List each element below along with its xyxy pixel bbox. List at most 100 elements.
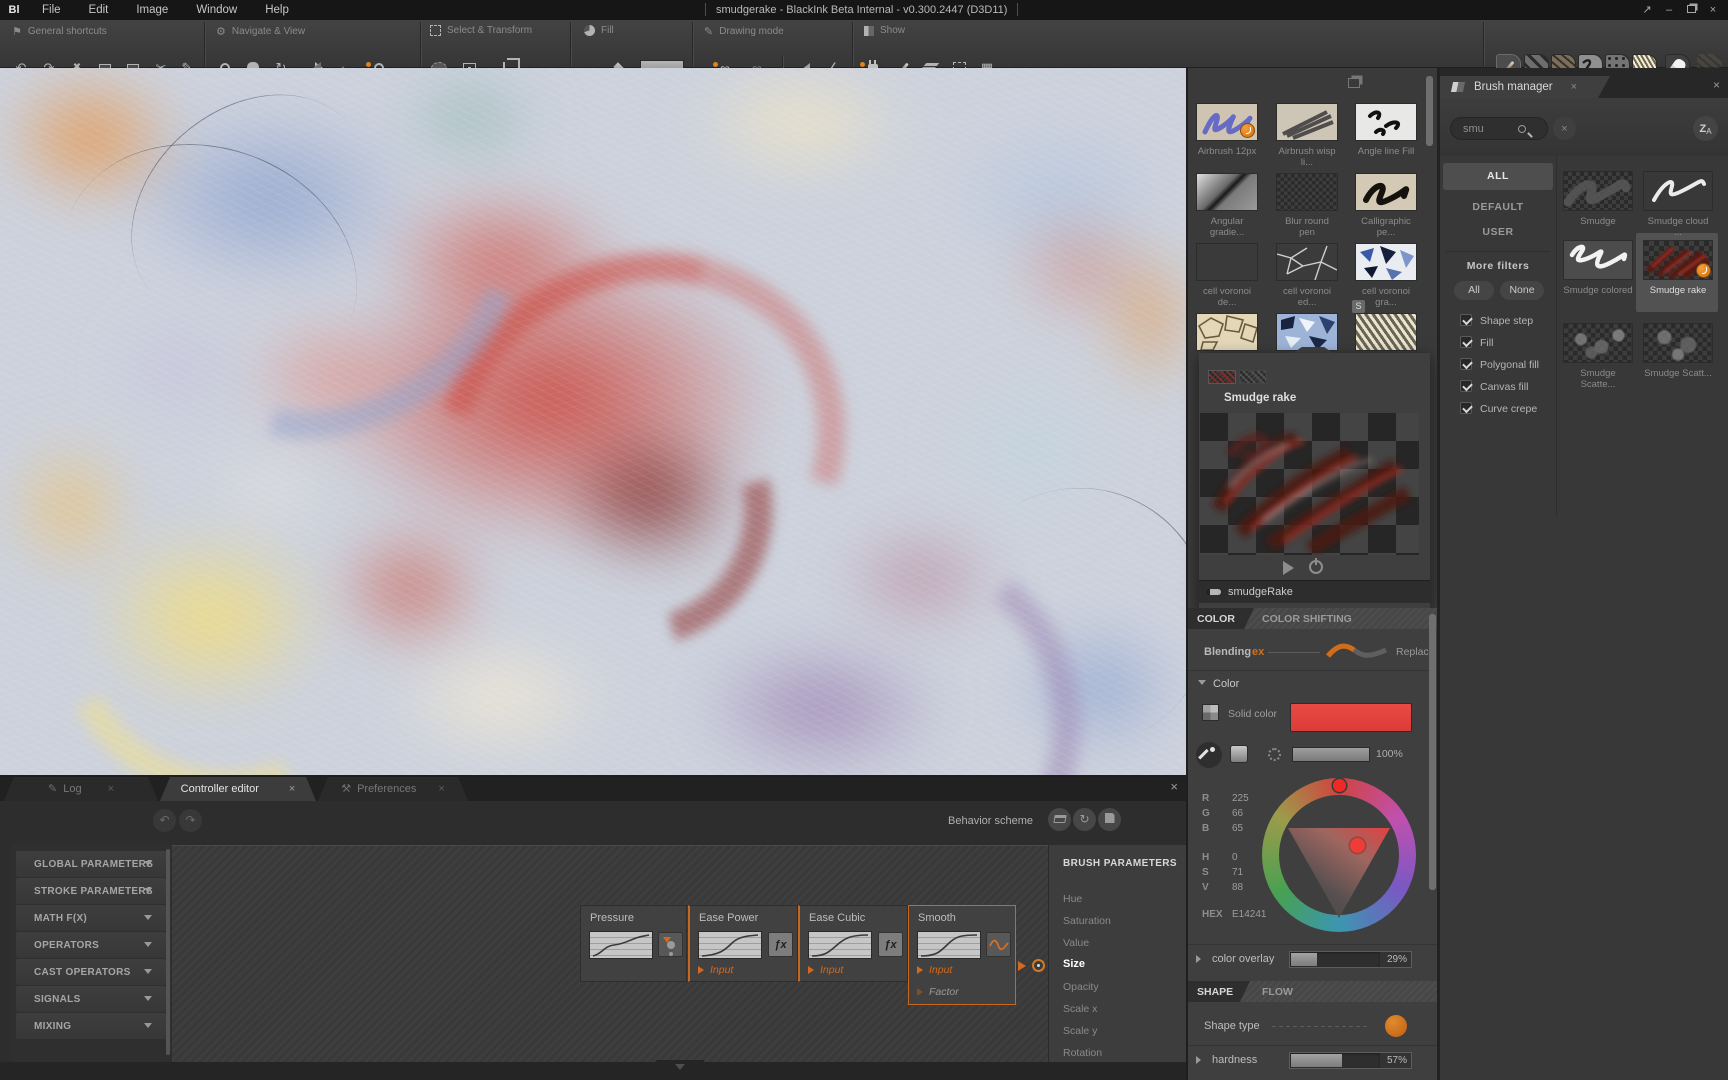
opacity-slider[interactable] bbox=[1292, 747, 1370, 762]
tab-close-icon[interactable]: × bbox=[108, 783, 114, 795]
brush-thumb[interactable] bbox=[1276, 243, 1338, 281]
panel-divider[interactable] bbox=[0, 775, 1188, 777]
param-rotation[interactable]: Rotation bbox=[1063, 1047, 1102, 1059]
brush-result-thumb[interactable] bbox=[1643, 323, 1713, 363]
play-icon[interactable] bbox=[1283, 561, 1301, 575]
checkbox-label[interactable]: Fill bbox=[1480, 337, 1493, 349]
curve-thumbnail[interactable] bbox=[698, 931, 762, 959]
hardness-header[interactable]: hardness bbox=[1196, 1054, 1257, 1066]
color-overlay-header[interactable]: color overlay bbox=[1196, 953, 1274, 965]
param-opacity[interactable]: Opacity bbox=[1063, 981, 1099, 993]
node-ease-power[interactable]: Ease Power ƒx Input bbox=[688, 905, 798, 982]
category-cast-operators[interactable]: CAST OPERATORS bbox=[16, 959, 166, 985]
brush-thumb[interactable] bbox=[1355, 103, 1417, 141]
eyedropper-button[interactable] bbox=[1196, 742, 1222, 768]
tab-close-icon[interactable]: × bbox=[1571, 81, 1577, 93]
sort-icon[interactable]: ZA bbox=[1693, 116, 1718, 141]
category-math-fx[interactable]: MATH F(X) bbox=[16, 905, 166, 931]
variant-thumb-active[interactable] bbox=[1208, 370, 1236, 384]
editor-redo-icon[interactable]: ↷ bbox=[179, 809, 202, 832]
node-ease-cubic[interactable]: Ease Cubic ƒx Input bbox=[798, 905, 908, 982]
blending-mode-value[interactable]: ex bbox=[1252, 646, 1264, 658]
curve-thumbnail[interactable] bbox=[917, 931, 981, 959]
color-section-header[interactable]: Color bbox=[1198, 678, 1239, 690]
param-value[interactable]: Value bbox=[1063, 937, 1089, 949]
curve-thumbnail[interactable] bbox=[808, 931, 872, 959]
tab-flow[interactable]: FLOW bbox=[1262, 981, 1293, 1002]
r-value[interactable]: 225 bbox=[1232, 793, 1249, 804]
g-value[interactable]: 66 bbox=[1232, 808, 1243, 819]
checkbox-curve-crepe[interactable] bbox=[1460, 402, 1472, 414]
shape-type-swatch[interactable] bbox=[1385, 1015, 1407, 1037]
panel-close-icon[interactable]: × bbox=[1713, 78, 1720, 92]
brush-result-thumb-selected[interactable] bbox=[1643, 240, 1713, 280]
painting-canvas[interactable] bbox=[0, 68, 1188, 777]
search-clear-icon[interactable]: × bbox=[1553, 117, 1576, 140]
blending-stroke-swatch[interactable] bbox=[1324, 638, 1390, 664]
library-scrollbar[interactable] bbox=[1426, 76, 1433, 146]
tab-preferences[interactable]: ⚒Preferences× bbox=[318, 777, 468, 801]
param-hue[interactable]: Hue bbox=[1063, 893, 1082, 905]
filter-user-tab[interactable]: USER bbox=[1443, 226, 1553, 238]
hue-marker[interactable] bbox=[1333, 779, 1346, 792]
menu-image[interactable]: Image bbox=[122, 0, 182, 20]
scheme-open-icon[interactable] bbox=[1048, 808, 1071, 831]
brush-result-thumb[interactable] bbox=[1563, 323, 1633, 363]
tab-color-shifting[interactable]: COLOR SHIFTING bbox=[1262, 608, 1352, 629]
editor-undo-icon[interactable]: ↶ bbox=[153, 809, 176, 832]
variant-thumb[interactable] bbox=[1239, 370, 1267, 384]
tab-controller-editor[interactable]: Controller editor× bbox=[160, 777, 316, 801]
port-input[interactable]: Input bbox=[710, 964, 733, 976]
screen-pick-icon[interactable] bbox=[1268, 748, 1281, 761]
category-global-parameters[interactable]: GLOBAL PARAMETERS bbox=[16, 851, 166, 877]
port-factor[interactable]: Factor bbox=[929, 986, 959, 998]
scheme-save-icon[interactable] bbox=[1098, 808, 1121, 831]
menu-help[interactable]: Help bbox=[251, 0, 303, 20]
checkbox-polygonal-fill[interactable] bbox=[1460, 358, 1472, 370]
brush-thumb[interactable] bbox=[1196, 243, 1258, 281]
category-scrollbar[interactable] bbox=[166, 849, 170, 1055]
param-size-selected[interactable]: Size bbox=[1063, 958, 1085, 970]
filter-select-none-button[interactable]: None bbox=[1500, 281, 1544, 300]
filter-default-tab[interactable]: DEFAULT bbox=[1443, 201, 1553, 213]
brush-result-thumb[interactable] bbox=[1643, 171, 1713, 211]
panel-divider[interactable] bbox=[1186, 68, 1188, 1080]
port-input[interactable]: Input bbox=[929, 964, 952, 976]
connection-target-icon[interactable] bbox=[1032, 959, 1045, 972]
dock-window-icon[interactable]: ↗ bbox=[1636, 0, 1658, 20]
port-input[interactable]: Input bbox=[820, 964, 843, 976]
checkbox-shape-step[interactable] bbox=[1460, 314, 1472, 326]
checkbox-label[interactable]: Shape step bbox=[1480, 315, 1533, 327]
close-icon[interactable]: × bbox=[1702, 0, 1724, 20]
tab-log[interactable]: ✎Log× bbox=[4, 777, 158, 801]
stack-icon[interactable] bbox=[1348, 78, 1360, 88]
node-smooth-selected[interactable]: Smooth Input Factor bbox=[908, 905, 1016, 1005]
tab-shape[interactable]: SHAPE bbox=[1188, 981, 1250, 1002]
brush-result-thumb[interactable] bbox=[1563, 240, 1633, 280]
brush-thumb[interactable] bbox=[1276, 103, 1338, 141]
brush-thumb[interactable] bbox=[1196, 173, 1258, 211]
hardness-slider[interactable]: 57% bbox=[1289, 1052, 1412, 1069]
category-signals[interactable]: SIGNALS bbox=[16, 986, 166, 1012]
node-pressure[interactable]: Pressure bbox=[580, 905, 687, 982]
brush-thumb[interactable] bbox=[1196, 313, 1258, 351]
checkbox-label[interactable]: Polygonal fill bbox=[1480, 359, 1539, 371]
gradient-mode-button[interactable] bbox=[1230, 745, 1248, 763]
color-wheel[interactable] bbox=[1262, 778, 1416, 932]
brush-thumb[interactable]: S bbox=[1355, 313, 1417, 351]
tab-brush-manager[interactable]: Brush manager × bbox=[1440, 76, 1610, 98]
brush-thumb[interactable] bbox=[1276, 173, 1338, 211]
checkbox-canvas-fill[interactable] bbox=[1460, 380, 1472, 392]
s-value[interactable]: 71 bbox=[1232, 867, 1243, 878]
category-mixing[interactable]: MIXING bbox=[16, 1013, 166, 1039]
bottom-panel-close-icon[interactable]: × bbox=[1170, 779, 1178, 794]
b-value[interactable]: 65 bbox=[1232, 823, 1243, 834]
brush-thumb[interactable] bbox=[1355, 243, 1417, 281]
menu-edit[interactable]: Edit bbox=[75, 0, 123, 20]
brush-thumb[interactable] bbox=[1355, 173, 1417, 211]
tab-color[interactable]: COLOR bbox=[1188, 608, 1254, 629]
checkbox-label[interactable]: Canvas fill bbox=[1480, 381, 1528, 393]
checkbox-fill[interactable] bbox=[1460, 336, 1472, 348]
brush-thumb[interactable] bbox=[1196, 103, 1258, 141]
power-icon[interactable] bbox=[1309, 560, 1323, 574]
